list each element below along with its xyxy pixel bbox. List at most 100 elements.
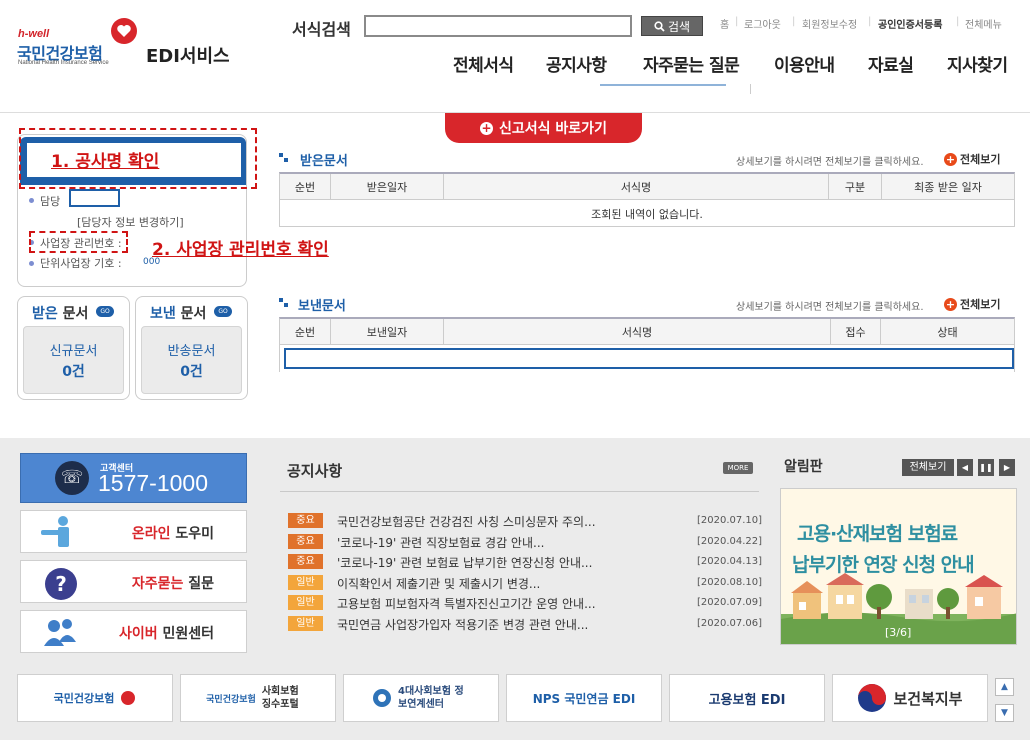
footer-logo-collection-portal[interactable]: 국민건강보험 사회보험 징수포털 [180,674,336,722]
notice-badge: 일반 [288,595,323,610]
footer-logo-employment-edi[interactable]: 고용보험 EDI [669,674,825,722]
footer-logo-mohw[interactable]: 보건복지부 [832,674,988,722]
logo-subtitle: National Health Insurance Service [18,60,109,66]
received-docs-title-a: 받은 [32,306,58,322]
received-docs-title-b: 문서 [57,306,89,322]
notice-item-link[interactable]: '코로나-19' 관련 직장보험료 경감 안내... [337,534,544,551]
search-icon [654,20,665,32]
new-docs-count: 0건 [62,363,85,380]
returned-docs-button[interactable]: 반송문서 0건 [141,326,242,394]
gnb-guide[interactable]: 이용안내 [774,51,835,76]
table-header: 구분 [829,174,882,200]
section-marker-icon [284,303,288,307]
notice-item-link[interactable]: '코로나-19' 관련 보험료 납부기한 연장신청 안내... [337,554,592,571]
bullet-icon [29,198,34,203]
table-header: 받은일자 [331,174,444,200]
notice-date: [2020.07.10] [697,515,763,526]
received-section-title: 받은문서 [300,154,348,169]
util-home[interactable]: 홈 [720,16,729,31]
users-icon [44,619,76,646]
footer-logo-label: NPS 국민연금 EDI [532,691,636,706]
search-button-label: 검색 [667,19,691,34]
manager-name-field [69,189,120,207]
gnb-faq[interactable]: 자주묻는 질문 [643,51,740,76]
notice-date: [2020.07.06] [697,617,763,629]
search-input[interactable] [364,15,632,37]
online-helper-button[interactable]: 온라인 도우미 [20,510,247,553]
gnb-notice[interactable]: 공지사항 [546,51,607,76]
faq-label: 자주묻는 질문 [131,576,214,592]
scroll-up-icon[interactable]: ▲ [995,678,1014,696]
util-separator: | [735,16,739,27]
table-header: 순번 [280,319,331,345]
notice-badge: 일반 [288,615,323,631]
form-shortcut-label: 신고서식 바로가기 [499,121,607,137]
notice-title: 공지사항 [287,462,343,480]
sent-hint: 상세보기를 하시려면 전체보기를 클릭하세요. [736,302,924,313]
pause-icon[interactable]: ❚❚ [978,459,994,476]
plus-icon: + [944,152,957,166]
footer-logo-label: 고용보험 EDI [708,692,786,708]
received-go-button[interactable]: GO [96,306,114,317]
footer-logo-label: 4대사회보험 정보연계센터 [398,686,464,710]
table-header: 상태 [881,319,1014,345]
notice-item-link[interactable]: 이직확인서 제출기관 및 제출시기 변경... [337,575,540,592]
notice-more-button[interactable]: MORE [723,462,753,474]
footer-logo-label: 국민건강보험 [206,694,256,705]
notice-badge: 중요 [288,533,323,549]
util-cert-register[interactable]: 공인인증서등록 [878,16,942,31]
gnb-all-forms[interactable]: 전체서식 [453,51,514,76]
footer-logo-nps-edi[interactable]: NPS 국민연금 EDI [506,674,662,722]
service-title: EDI서비스 [146,46,230,67]
heart-logo-icon [111,18,137,44]
table-header: 최종 받은 일자 [882,174,1014,200]
sent-view-all-label: 전체보기 [960,298,1001,311]
notice-item-link[interactable]: 국민건강보험공단 건강검진 사칭 스미싱문자 주의... [337,513,596,530]
annotation-biz-number: 2. 사업장 관리번호 확인 [152,240,329,260]
sent-docs-title-b: 문서 [175,306,207,322]
taeguk-logo-icon [858,684,887,712]
faq-button[interactable]: ? 자주묻는 질문 [20,560,247,603]
gnb-branch-finder[interactable]: 지사찾기 [947,51,1008,76]
footer-logo-4insurance[interactable]: 4대사회보험 정보연계센터 [343,674,499,722]
scroll-down-icon[interactable]: ▼ [995,704,1014,722]
form-shortcut-tab[interactable]: + 신고서식 바로가기 [445,113,642,143]
section-marker-icon [284,158,288,162]
bullet-icon [29,261,34,266]
util-all-menu[interactable]: 전체메뉴 [965,16,1002,31]
received-hint: 상세보기를 하시려면 전체보기를 클릭하세요. [736,157,924,168]
received-view-all-button[interactable]: + 전체보기 [944,151,1000,167]
manager-change-link[interactable]: [담당자 정보 변경하기] [77,214,184,230]
gnb-library[interactable]: 자료실 [868,51,914,76]
new-docs-button[interactable]: 신규문서 0건 [23,326,124,394]
alarm-view-all-button[interactable]: 전체보기 [902,459,954,476]
cyber-center-button[interactable]: 사이버 민원센터 [20,610,247,653]
footer-logo-sub: 사회보험 징수포털 [261,686,299,710]
footer-logo-nhis[interactable]: 국민건강보험 [17,674,173,722]
gnb-active-underline [600,84,726,86]
prev-icon[interactable]: ◀ [957,459,973,476]
sent-view-all-button[interactable]: + 전체보기 [944,296,1000,312]
table-header: 서식명 [444,319,831,345]
util-member-edit[interactable]: 회원정보수정 [802,16,857,31]
notice-date: [2020.08.10] [697,576,763,588]
notice-date: [2020.04.13] [697,556,763,567]
returned-docs-count: 0건 [180,363,203,380]
notice-item-link[interactable]: 국민연금 사업장가입자 적용기준 변경 관련 안내... [337,616,588,633]
returned-docs-label: 반송문서 [167,343,216,359]
next-icon[interactable]: ▶ [999,459,1015,476]
notice-divider [280,491,759,492]
search-button[interactable]: 검색 [641,16,703,36]
sent-docs-title-a: 보낸 [150,306,176,322]
table-header: 서식명 [444,174,829,200]
util-logout[interactable]: 로그아웃 [744,16,781,31]
notice-date: [2020.07.09] [697,597,763,608]
sent-go-button[interactable]: GO [214,306,232,317]
banner-line-1: 고용·산재보험 보험료 [797,523,958,545]
util-separator: | [956,16,960,27]
banner-line-2: 납부기한 연장 신청 안내 [792,554,975,576]
received-docs-table: 순번 받은일자 서식명 구분 최종 받은 일자 조회된 내역이 없습니다. [279,172,1015,227]
question-icon: ? [45,568,77,600]
notice-item-link[interactable]: 고용보험 피보험자격 특별자진신고기간 운영 안내... [337,595,596,612]
svg-text:?: ? [55,572,67,596]
